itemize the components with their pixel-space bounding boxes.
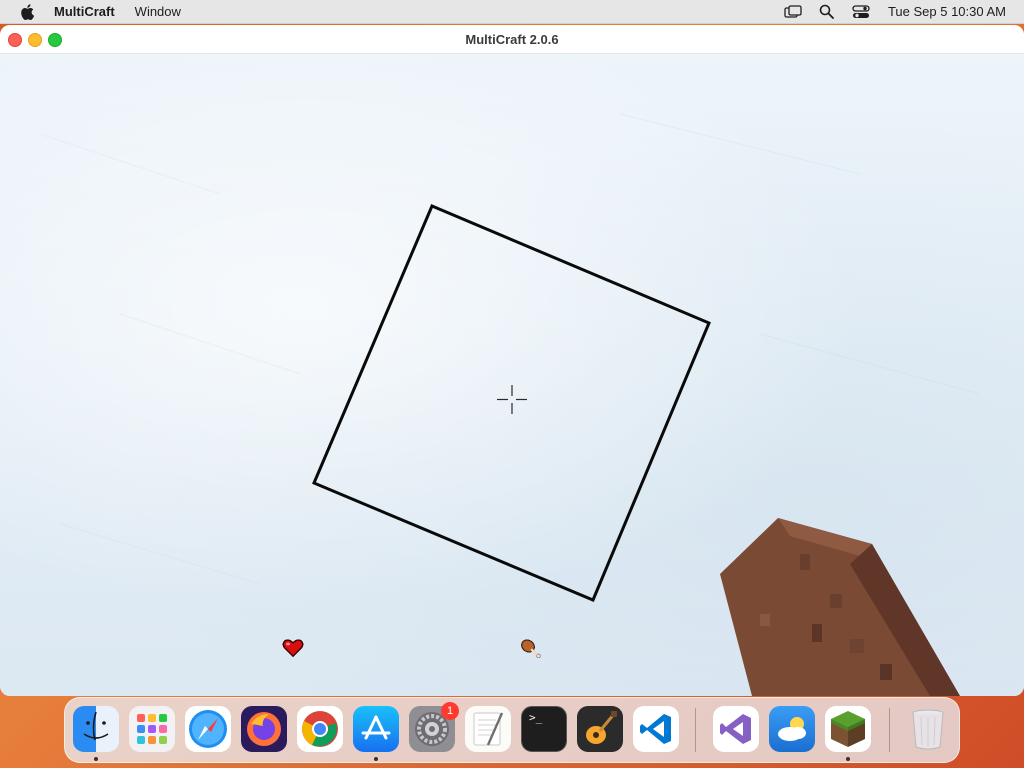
dock-system-settings[interactable]: 1 bbox=[409, 702, 459, 752]
menu-bar-clock[interactable]: Tue Sep 5 10:30 AM bbox=[888, 4, 1006, 19]
window-titlebar[interactable]: MultiCraft 2.0.6 bbox=[0, 25, 1024, 54]
apple-icon bbox=[21, 3, 34, 20]
menu-bar: MultiCraft Window Tue Sep 5 10:30 AM bbox=[0, 0, 1024, 24]
control-center-icon[interactable] bbox=[850, 0, 872, 24]
game-scene bbox=[39, 113, 981, 696]
dock-safari[interactable] bbox=[185, 706, 231, 752]
crosshair-icon bbox=[497, 385, 527, 414]
heart-icon bbox=[282, 639, 304, 657]
close-window-button[interactable] bbox=[8, 33, 22, 47]
dock-weather[interactable] bbox=[769, 706, 815, 752]
dock-chrome[interactable] bbox=[297, 706, 343, 752]
dock-separator bbox=[889, 708, 890, 752]
dock-firefox[interactable] bbox=[241, 706, 287, 752]
dock-vscode[interactable] bbox=[633, 706, 679, 752]
dock-app-store[interactable] bbox=[353, 706, 399, 761]
dock-trash[interactable] bbox=[905, 706, 951, 752]
vscode-icon bbox=[640, 714, 671, 744]
window-menu[interactable]: Window bbox=[135, 4, 181, 19]
multicraft-icon bbox=[831, 711, 865, 747]
spotlight-search-icon[interactable] bbox=[816, 0, 838, 24]
visual-studio-icon bbox=[720, 714, 751, 744]
weather-icon bbox=[778, 717, 806, 741]
notification-badge: 1 bbox=[441, 702, 459, 720]
firefox-icon bbox=[247, 712, 281, 746]
chrome-icon bbox=[302, 711, 338, 747]
running-indicator bbox=[846, 757, 850, 761]
game-viewport[interactable] bbox=[0, 54, 1024, 696]
textedit-icon bbox=[473, 712, 504, 746]
guitar-icon bbox=[586, 711, 617, 744]
finder-icon bbox=[83, 711, 109, 741]
dock-separator bbox=[695, 708, 696, 752]
launchpad-icon bbox=[137, 714, 167, 744]
dock-visual-studio[interactable] bbox=[713, 706, 759, 752]
dock-launchpad[interactable] bbox=[129, 706, 175, 752]
screen-mirror-icon[interactable] bbox=[782, 0, 804, 24]
running-indicator bbox=[94, 757, 98, 761]
minimize-window-button[interactable] bbox=[28, 33, 42, 47]
terminal-icon: >_ bbox=[529, 711, 543, 724]
dock-finder[interactable] bbox=[73, 706, 119, 761]
drumstick-icon bbox=[521, 639, 541, 658]
apple-menu[interactable] bbox=[16, 0, 38, 24]
trash-icon bbox=[912, 709, 944, 750]
dock-textedit[interactable] bbox=[465, 706, 511, 752]
dock-terminal[interactable]: >_ bbox=[521, 706, 567, 752]
dock: 1 >_ bbox=[64, 697, 960, 763]
window-title: MultiCraft 2.0.6 bbox=[465, 31, 559, 47]
zoom-window-button[interactable] bbox=[48, 33, 62, 47]
status-area: Tue Sep 5 10:30 AM bbox=[770, 0, 1024, 24]
app-menu[interactable]: MultiCraft bbox=[54, 4, 115, 19]
app-store-icon bbox=[361, 715, 391, 740]
running-indicator bbox=[374, 757, 378, 761]
held-item-block bbox=[720, 518, 960, 696]
dock-garageband[interactable] bbox=[577, 706, 623, 752]
multicraft-window: MultiCraft 2.0.6 bbox=[0, 25, 1024, 696]
safari-icon bbox=[189, 710, 227, 748]
dock-multicraft[interactable] bbox=[825, 706, 871, 761]
